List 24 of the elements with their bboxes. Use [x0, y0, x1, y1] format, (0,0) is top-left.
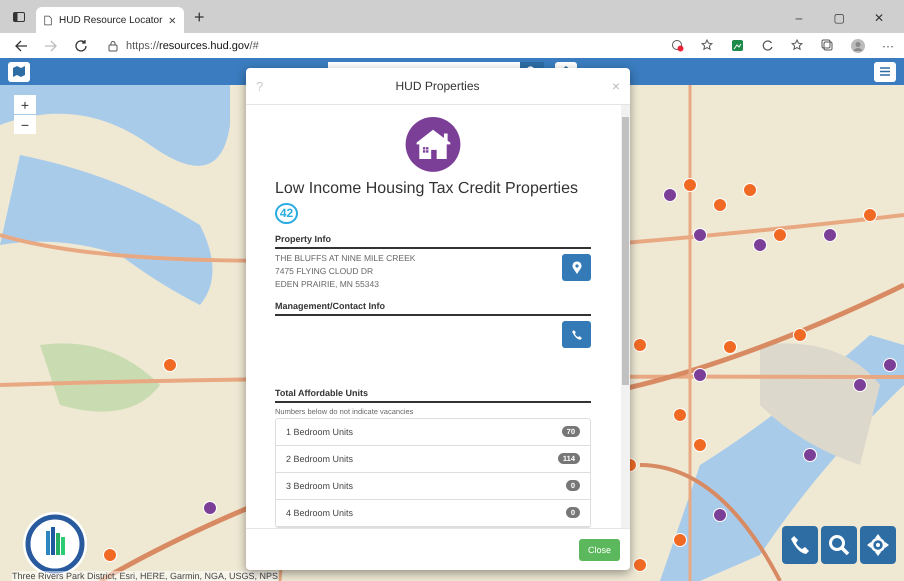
address-line: 7475 FLYING CLOUD DR	[275, 265, 374, 278]
window-control-button[interactable]: ▢	[824, 11, 854, 25]
zoom-button[interactable]: +	[14, 95, 36, 114]
map-attribution: Three Rivers Park District, Esri, HERE, Garmin, NGA, USGS, NPS	[12, 571, 278, 581]
window-control-button[interactable]: ✕	[864, 11, 894, 25]
section-heading: Management/Contact Info	[275, 301, 591, 316]
unit-label: 4 Bedroom Units	[286, 508, 354, 518]
unit-label: 2 Bedroom Units	[286, 454, 354, 464]
property-count: 42	[275, 202, 298, 224]
new-tab-button[interactable]: +	[194, 7, 205, 28]
section-heading: Property Info	[275, 234, 591, 250]
program-heading: Low Income Housing Tax Credit Properties	[275, 180, 579, 198]
browser-tab[interactable]: HUD Resource Locator	[36, 7, 184, 33]
window-control-button[interactable]: –	[784, 11, 814, 25]
address-field[interactable]: https://resources.hud.gov/#	[104, 35, 655, 56]
address-line: EDEN PRAIRIE, MN 55343	[275, 278, 380, 292]
address-line: THE BLUFFS AT NINE MILE CREEK	[275, 252, 416, 266]
zoom-button[interactable]: −	[14, 115, 36, 134]
section-heading: Total Affordable Units	[275, 388, 591, 403]
menu-button[interactable]: ···	[882, 38, 894, 52]
dialog-title: HUD Properties	[394, 79, 481, 93]
unit-label: 3 Bedroom Units	[286, 480, 354, 491]
unit-label: 1 Bedroom Units	[286, 426, 354, 437]
url-text: https://resources.hud.gov/#	[126, 40, 259, 52]
